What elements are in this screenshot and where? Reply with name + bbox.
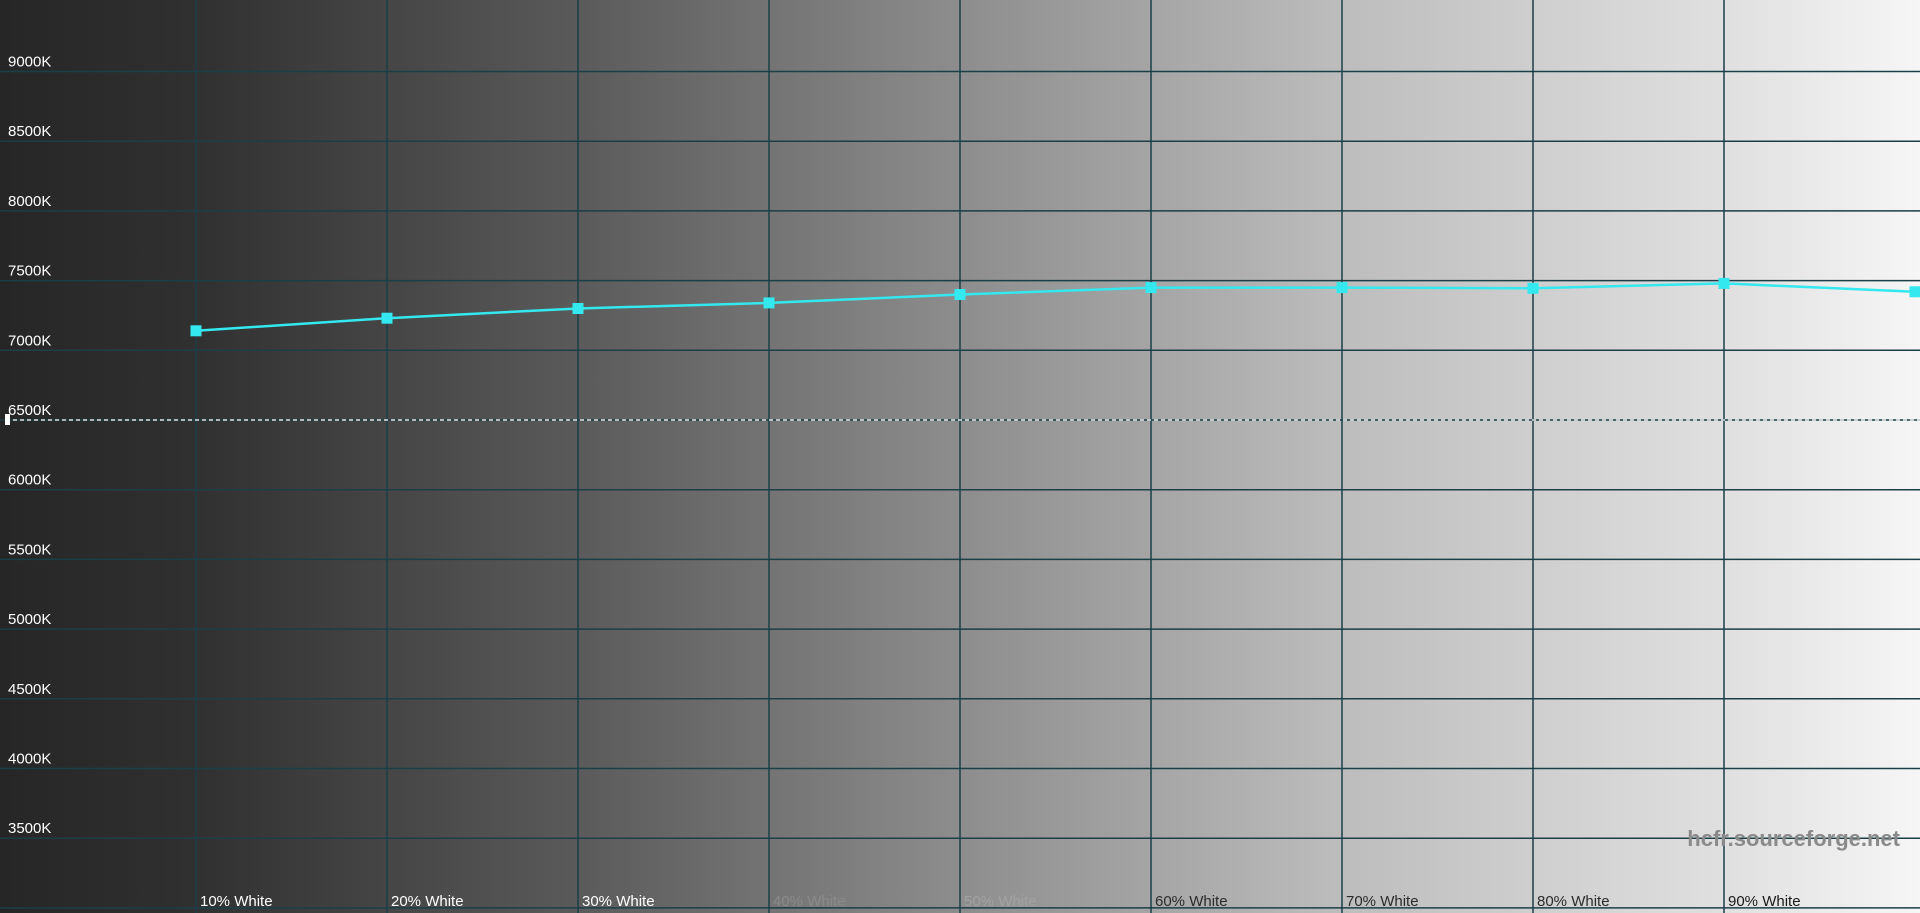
data-point [1718,277,1730,289]
y-tick-label: 4500K [8,681,51,698]
x-tick-label: 10% White [200,893,273,910]
data-point [763,297,775,309]
x-tick-label: 90% White [1728,893,1801,910]
data-point [381,312,393,324]
x-tick-label: 60% White [1155,893,1228,910]
y-tick-label: 6000K [8,472,51,489]
y-tick-label: 6500K [8,402,51,419]
y-tick-label: 9000K [8,54,51,71]
y-tick-label: 8500K [8,123,51,140]
y-tick-label: 7500K [8,263,51,280]
data-point [190,325,202,337]
data-point [1145,282,1157,294]
y-tick-label: 7000K [8,332,51,349]
y-tick-label: 4000K [8,751,51,768]
cct-chart: 9000K 8500K 8000K 7500K 7000K 6500K 6000K 5500K… [0,0,1920,913]
data-point [1527,282,1539,294]
x-tick-label: 50% White [964,893,1037,910]
x-tick-label: 30% White [582,893,655,910]
data-point [1909,286,1920,298]
data-point [1336,282,1348,294]
y-tick-label: 8000K [8,193,51,210]
x-tick-label: 70% White [1346,893,1419,910]
y-tick-label: 3500K [8,820,51,837]
watermark: hcfr.sourceforge.net [1687,826,1900,851]
data-point [572,303,584,314]
x-tick-label: 40% White [773,893,846,910]
y-tick-label: 5500K [8,541,51,558]
x-tick-label: 80% White [1537,893,1610,910]
y-tick-label: 5000K [8,611,51,628]
x-tick-label: 20% White [391,893,464,910]
data-point [954,289,966,300]
